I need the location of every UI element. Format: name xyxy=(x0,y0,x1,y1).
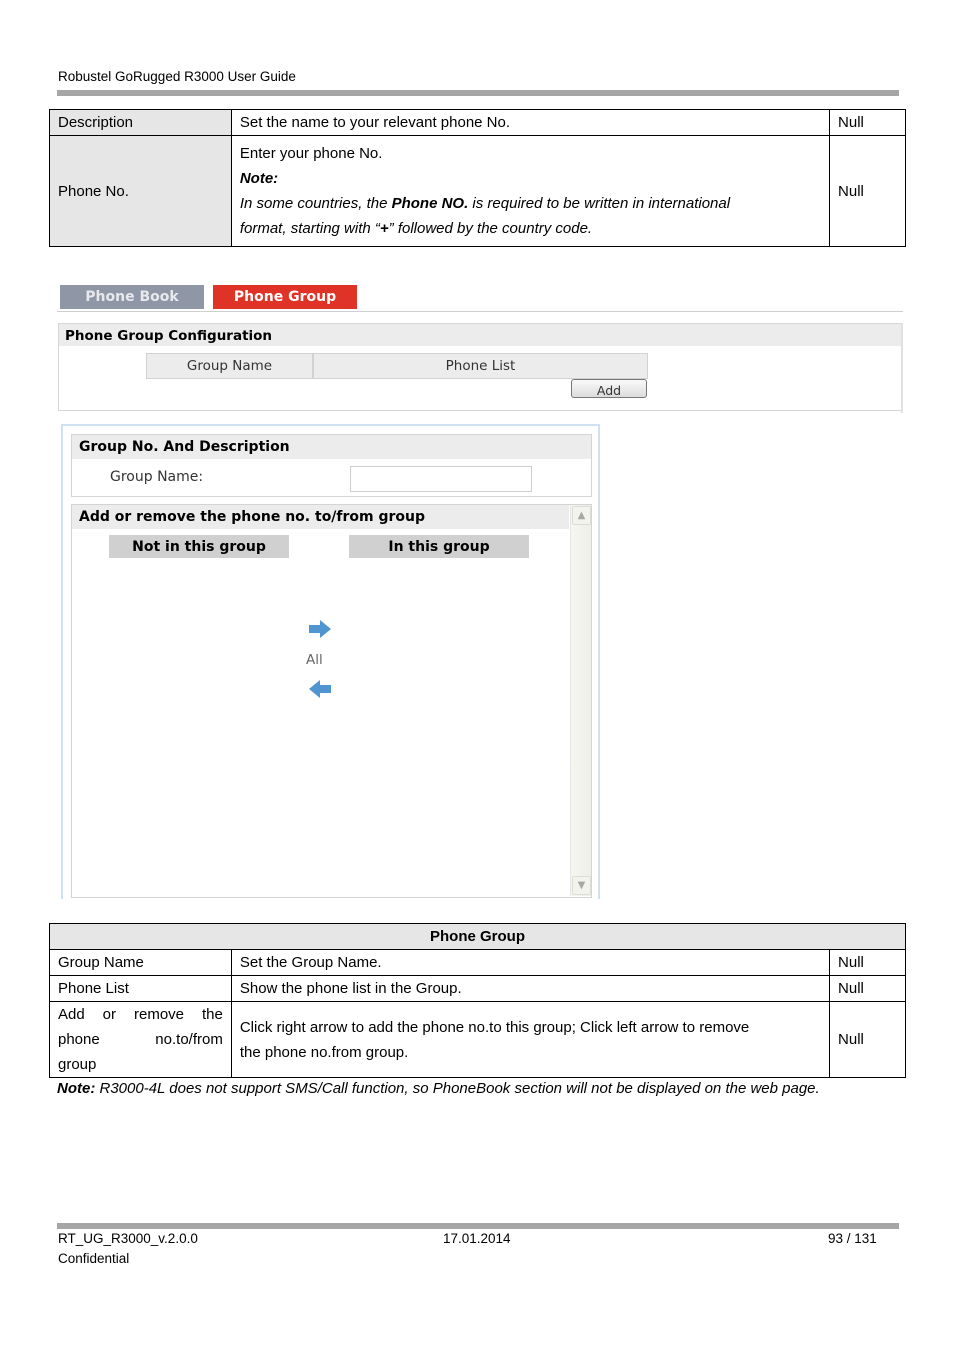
footer-date: 17.01.2014 xyxy=(443,1231,511,1246)
note-label: Note: xyxy=(57,1080,96,1097)
footer-doc-id: RT_UG_R3000_v.2.0.0 xyxy=(58,1231,198,1246)
tab-phone-book[interactable]: Phone Book xyxy=(60,285,204,309)
vertical-scrollbar[interactable]: ▲ ▼ xyxy=(570,505,591,896)
name-line: group xyxy=(58,1056,97,1073)
name-line: Add or remove the xyxy=(58,1006,223,1023)
param-name: Phone No. xyxy=(49,135,232,247)
desc-line: Enter your phone No. xyxy=(239,145,383,162)
column-header-group-name: Group Name xyxy=(146,353,313,379)
footer-page-number: 93 / 131 xyxy=(828,1231,877,1246)
table-header-row: Phone Group xyxy=(49,923,906,950)
note-label: Note: xyxy=(239,170,279,187)
column-header-phone-list: Phone List xyxy=(313,353,648,379)
param-default: Null xyxy=(829,109,906,136)
note-text-bold: + xyxy=(379,220,389,237)
note-text-part: is required to be written in internation… xyxy=(468,195,731,212)
param-description: Set the name to your relevant phone No. xyxy=(230,109,831,136)
phone-group-configuration-panel: Phone Group Configuration Group Name Pho… xyxy=(58,323,902,411)
group-name-label: Group Name: xyxy=(110,469,204,485)
param-description: Show the phone list in the Group. xyxy=(230,975,831,1002)
footer-confidential: Confidential xyxy=(58,1251,130,1266)
document-header-title: Robustel GoRugged R3000 User Guide xyxy=(58,69,296,84)
note-text: format, starting with “+” followed by th… xyxy=(240,216,821,241)
panel-edge xyxy=(901,323,903,413)
group-members-section: Add or remove the phone no. to/from grou… xyxy=(71,504,592,898)
tab-divider xyxy=(57,311,903,312)
param-name: Add or remove the phone no.to/from group xyxy=(49,1001,232,1078)
scroll-up-icon[interactable]: ▲ xyxy=(572,506,591,525)
section-title: Add or remove the phone no. to/from grou… xyxy=(72,505,569,529)
note: Note: R3000-4L does not support SMS/Call… xyxy=(57,1080,820,1097)
param-description: Set the Group Name. xyxy=(230,949,831,976)
name-line: phone no.to/from xyxy=(58,1031,223,1048)
add-button[interactable]: Add xyxy=(571,379,647,398)
tab-phone-group[interactable]: Phone Group xyxy=(213,285,357,309)
group-description-section: Group No. And Description Group Name: xyxy=(71,434,592,497)
not-in-group-header: Not in this group xyxy=(109,535,289,558)
arrow-left-icon[interactable] xyxy=(308,679,332,699)
note-text-part: format, starting with “ xyxy=(239,220,380,237)
table-row: Phone List Show the phone list in the Gr… xyxy=(49,975,906,1002)
desc-line: the phone no.from group. xyxy=(239,1043,409,1061)
parameter-table-phone-group: Phone Group Group Name Set the Group Nam… xyxy=(49,923,906,1078)
in-group-header: In this group xyxy=(349,535,529,558)
table-title: Phone Group xyxy=(49,923,906,950)
param-default: Null xyxy=(829,975,906,1002)
note-text: In some countries, the Phone NO. is requ… xyxy=(240,191,821,216)
param-default: Null xyxy=(829,949,906,976)
scroll-down-icon[interactable]: ▼ xyxy=(572,876,591,895)
group-edit-dialog: Group No. And Description Group Name: Ad… xyxy=(61,424,600,899)
param-default: Null xyxy=(829,1001,906,1078)
param-name: Group Name xyxy=(49,949,232,976)
note-text-part: ” followed by the country code. xyxy=(388,220,593,237)
group-name-input[interactable] xyxy=(350,466,532,492)
parameter-table-phone-book: Description Set the name to your relevan… xyxy=(49,109,906,247)
param-description: Click right arrow to add the phone no.to… xyxy=(230,1001,831,1078)
table-row: Description Set the name to your relevan… xyxy=(49,109,906,136)
all-label[interactable]: All xyxy=(306,652,323,668)
desc-line: Click right arrow to add the phone no.to… xyxy=(239,1018,750,1036)
param-description: Enter your phone No. Note: In some count… xyxy=(230,135,831,247)
panel-title: Phone Group Configuration xyxy=(59,324,901,346)
param-name: Phone List xyxy=(49,975,232,1002)
note-text: R3000-4L does not support SMS/Call funct… xyxy=(95,1080,820,1097)
header-divider xyxy=(57,90,899,96)
param-default: Null xyxy=(829,135,906,247)
arrow-right-icon[interactable] xyxy=(308,619,332,639)
section-title: Group No. And Description xyxy=(72,435,591,459)
table-row: Group Name Set the Group Name. Null xyxy=(49,949,906,976)
param-name: Description xyxy=(49,109,232,136)
note-text-part: In some countries, the xyxy=(239,195,392,212)
table-row: Phone No. Enter your phone No. Note: In … xyxy=(49,135,906,247)
note-text-bold: Phone NO. xyxy=(391,195,469,212)
table-row: Add or remove the phone no.to/from group… xyxy=(49,1001,906,1078)
footer-divider xyxy=(57,1223,899,1229)
